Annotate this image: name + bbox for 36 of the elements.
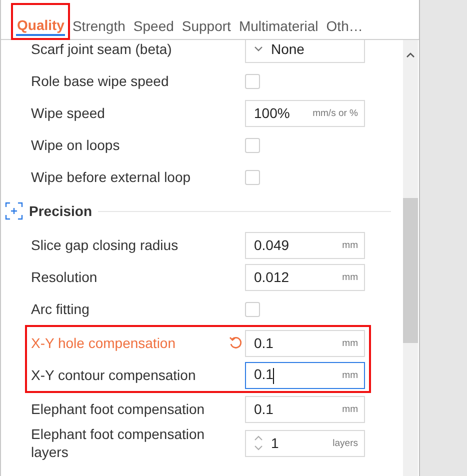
input-field[interactable]: 0.012 mm (245, 264, 365, 290)
spinner-icon (254, 434, 263, 452)
tab[interactable]: Strength (68, 0, 130, 39)
checkbox[interactable] (245, 302, 260, 316)
input-field[interactable]: 0.1 mm (245, 362, 365, 388)
dropdown[interactable]: None (245, 40, 365, 62)
setting-label: Arc fitting (31, 301, 90, 317)
scroll-up-icon[interactable] (406, 52, 415, 58)
input-field[interactable]: 0.1 mm (245, 396, 365, 422)
setting-label: Wipe before external loop (31, 169, 192, 185)
setting-label: Wipe speed (31, 105, 106, 121)
input-field[interactable]: 0.1 mm (245, 330, 365, 356)
setting-label: Role base wipe speed (31, 73, 170, 89)
input-field[interactable]: 100% mm/s or % (245, 100, 365, 126)
tab[interactable]: Multimaterial (234, 0, 322, 39)
undo-icon[interactable] (229, 336, 243, 350)
tab[interactable]: Speed (129, 0, 178, 39)
precision-icon (5, 202, 23, 220)
input-field[interactable]: 0.049 mm (245, 232, 365, 258)
setting-label: Wipe on loops (31, 137, 121, 153)
chevron-icon (254, 46, 263, 52)
setting-label: X-Y hole compensation (31, 335, 176, 351)
setting-label: Elephant foot compensation layers (31, 425, 206, 462)
section-title: Precision (29, 203, 92, 219)
spin-field[interactable]: 1 layers (245, 430, 365, 457)
tab[interactable]: Support (178, 0, 235, 39)
checkbox[interactable] (245, 138, 260, 152)
checkbox[interactable] (245, 170, 260, 184)
setting-label: Elephant foot compensation (31, 401, 206, 417)
setting-label: Scarf joint seam (beta) (31, 41, 173, 57)
tab[interactable]: Oth… (322, 0, 367, 39)
setting-label: X-Y contour compensation (31, 367, 197, 383)
setting-label: Resolution (31, 269, 98, 285)
checkbox[interactable] (245, 74, 260, 88)
setting-label: Slice gap closing radius (31, 237, 180, 253)
scrollbar[interactable] (403, 40, 418, 476)
